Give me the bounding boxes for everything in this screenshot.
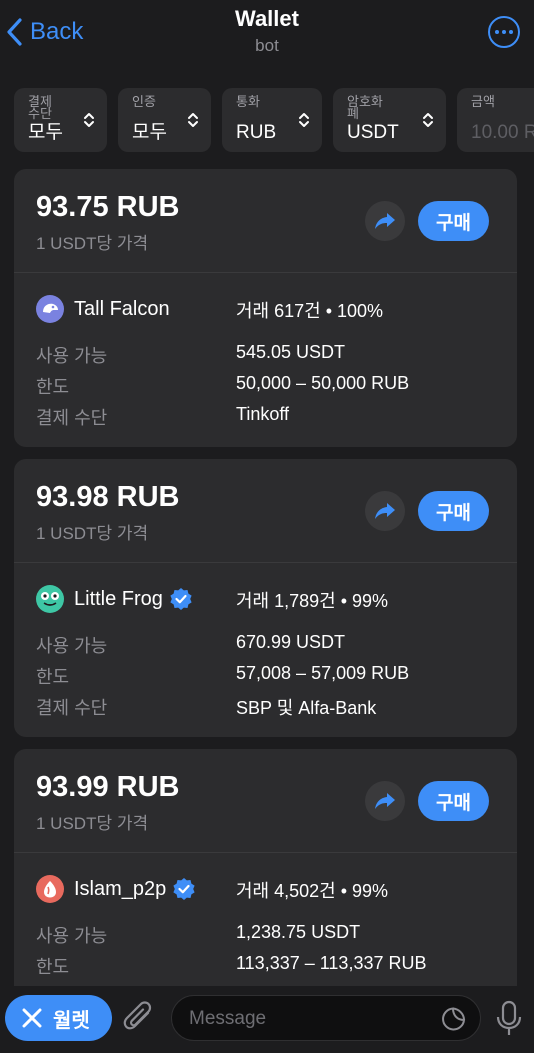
offer-price: 93.99 RUB [36, 771, 180, 803]
filter-label: 통화 [236, 94, 260, 109]
seller-info[interactable]: Tall Falcon [36, 294, 170, 324]
paperclip-icon[interactable] [122, 999, 158, 1039]
filter-payment-method[interactable]: 결제 수단 모두 [14, 88, 107, 152]
available-label: 사용 가능 [36, 636, 108, 656]
filter-amount[interactable]: 금액 10.00 R [457, 88, 534, 152]
avatar [36, 875, 64, 903]
chevron-updown-icon [299, 113, 309, 127]
message-bar: 월렛 Message [0, 986, 534, 1053]
chevron-updown-icon [188, 113, 198, 127]
share-arrow-icon [375, 503, 395, 519]
more-dot-icon [509, 30, 513, 34]
close-icon [22, 1008, 42, 1028]
page-subtitle: bot [255, 36, 279, 55]
available-value: 1,238.75 USDT [236, 922, 361, 942]
available-value: 545.05 USDT [236, 342, 346, 362]
limit-label: 한도 [36, 377, 70, 397]
filter-bar: 결제 수단 모두 인증 모두 통화 RUB 암호화 폐 USDT 금액 10.0… [14, 88, 534, 152]
payment-method-label: 결제 수단 [36, 408, 108, 428]
seller-info[interactable]: Little Frog [36, 584, 193, 614]
microphone-icon[interactable] [494, 1000, 524, 1038]
limit-value: 57,008 – 57,009 RUB [236, 663, 410, 683]
available-label: 사용 가능 [36, 926, 108, 946]
offer-card: 93.99 RUB 1 USDT당 가격 구매 Islam_p2p 거래 4,5… [14, 749, 517, 1009]
falcon-avatar-icon [43, 303, 58, 313]
price-caption: 1 USDT당 가격 [36, 814, 149, 833]
filter-value: RUB [236, 122, 277, 143]
page-title: Wallet [235, 6, 299, 31]
avatar [36, 295, 64, 323]
available-value: 670.99 USDT [236, 632, 346, 652]
share-button[interactable] [365, 201, 405, 241]
payment-method-value: Tinkoff [236, 404, 290, 424]
share-arrow-icon [375, 213, 395, 229]
seller-stats: 거래 4,502건 • 99% [236, 881, 389, 901]
seller-info[interactable]: Islam_p2p [36, 874, 196, 904]
card-divider [14, 852, 517, 853]
payment-method-value: SBP 및 Alfa-Bank [236, 698, 377, 718]
buy-button[interactable]: 구매 [418, 781, 489, 821]
verified-badge-icon [173, 878, 195, 900]
filter-crypto[interactable]: 암호화 폐 USDT [333, 88, 446, 152]
sticker-icon[interactable] [440, 1005, 468, 1033]
amount-input[interactable]: 10.00 R [471, 122, 534, 144]
filter-value: USDT [347, 122, 399, 143]
price-caption: 1 USDT당 가격 [36, 234, 149, 253]
buy-button[interactable]: 구매 [418, 491, 489, 531]
offer-price: 93.98 RUB [36, 481, 180, 513]
filter-currency[interactable]: 통화 RUB [222, 88, 322, 152]
limit-label: 한도 [36, 957, 70, 977]
frog-avatar-icon [41, 592, 59, 606]
filter-label: 인증 [132, 94, 156, 109]
message-placeholder: Message [189, 1008, 267, 1029]
filter-value: 모두 [132, 122, 167, 143]
share-arrow-icon [375, 793, 395, 809]
more-dot-icon [502, 30, 506, 34]
share-button[interactable] [365, 781, 405, 821]
top-bar: Back Wallet bot [0, 0, 534, 78]
offer-price: 93.75 RUB [36, 191, 180, 223]
limit-value: 50,000 – 50,000 RUB [236, 373, 410, 393]
offer-card: 93.75 RUB 1 USDT당 가격 구매 Tall Falcon 거래 6… [14, 169, 517, 447]
close-wallet-button[interactable]: 월렛 [5, 995, 112, 1041]
chevron-updown-icon [84, 113, 94, 127]
seller-name: Little Frog [74, 587, 163, 610]
filter-label: 암호화 폐 [347, 94, 383, 121]
more-dot-icon [495, 30, 499, 34]
payment-method-label: 결제 수단 [36, 698, 108, 718]
limit-value: 113,337 – 113,337 RUB [236, 953, 427, 973]
available-label: 사용 가능 [36, 346, 108, 366]
share-button[interactable] [365, 491, 405, 531]
seller-name: Tall Falcon [74, 297, 170, 320]
message-input[interactable]: Message [171, 995, 481, 1041]
drop-avatar-icon [44, 881, 56, 898]
limit-label: 한도 [36, 667, 70, 687]
more-options-button[interactable] [488, 16, 520, 48]
seller-name: Islam_p2p [74, 877, 167, 900]
verified-badge-icon [170, 588, 192, 610]
buy-button[interactable]: 구매 [418, 201, 489, 241]
seller-stats: 거래 1,789건 • 99% [236, 591, 389, 611]
card-divider [14, 272, 517, 273]
wallet-button-label: 월렛 [53, 1009, 90, 1032]
offer-card: 93.98 RUB 1 USDT당 가격 구매 Little Frog 거래 1… [14, 459, 517, 737]
avatar [36, 585, 64, 613]
chevron-updown-icon [423, 113, 433, 127]
filter-verification[interactable]: 인증 모두 [118, 88, 211, 152]
seller-stats: 거래 617건 • 100% [236, 301, 384, 321]
card-divider [14, 562, 517, 563]
filter-label: 금액 [471, 94, 495, 109]
filter-value: 모두 [28, 122, 63, 143]
price-caption: 1 USDT당 가격 [36, 524, 149, 543]
